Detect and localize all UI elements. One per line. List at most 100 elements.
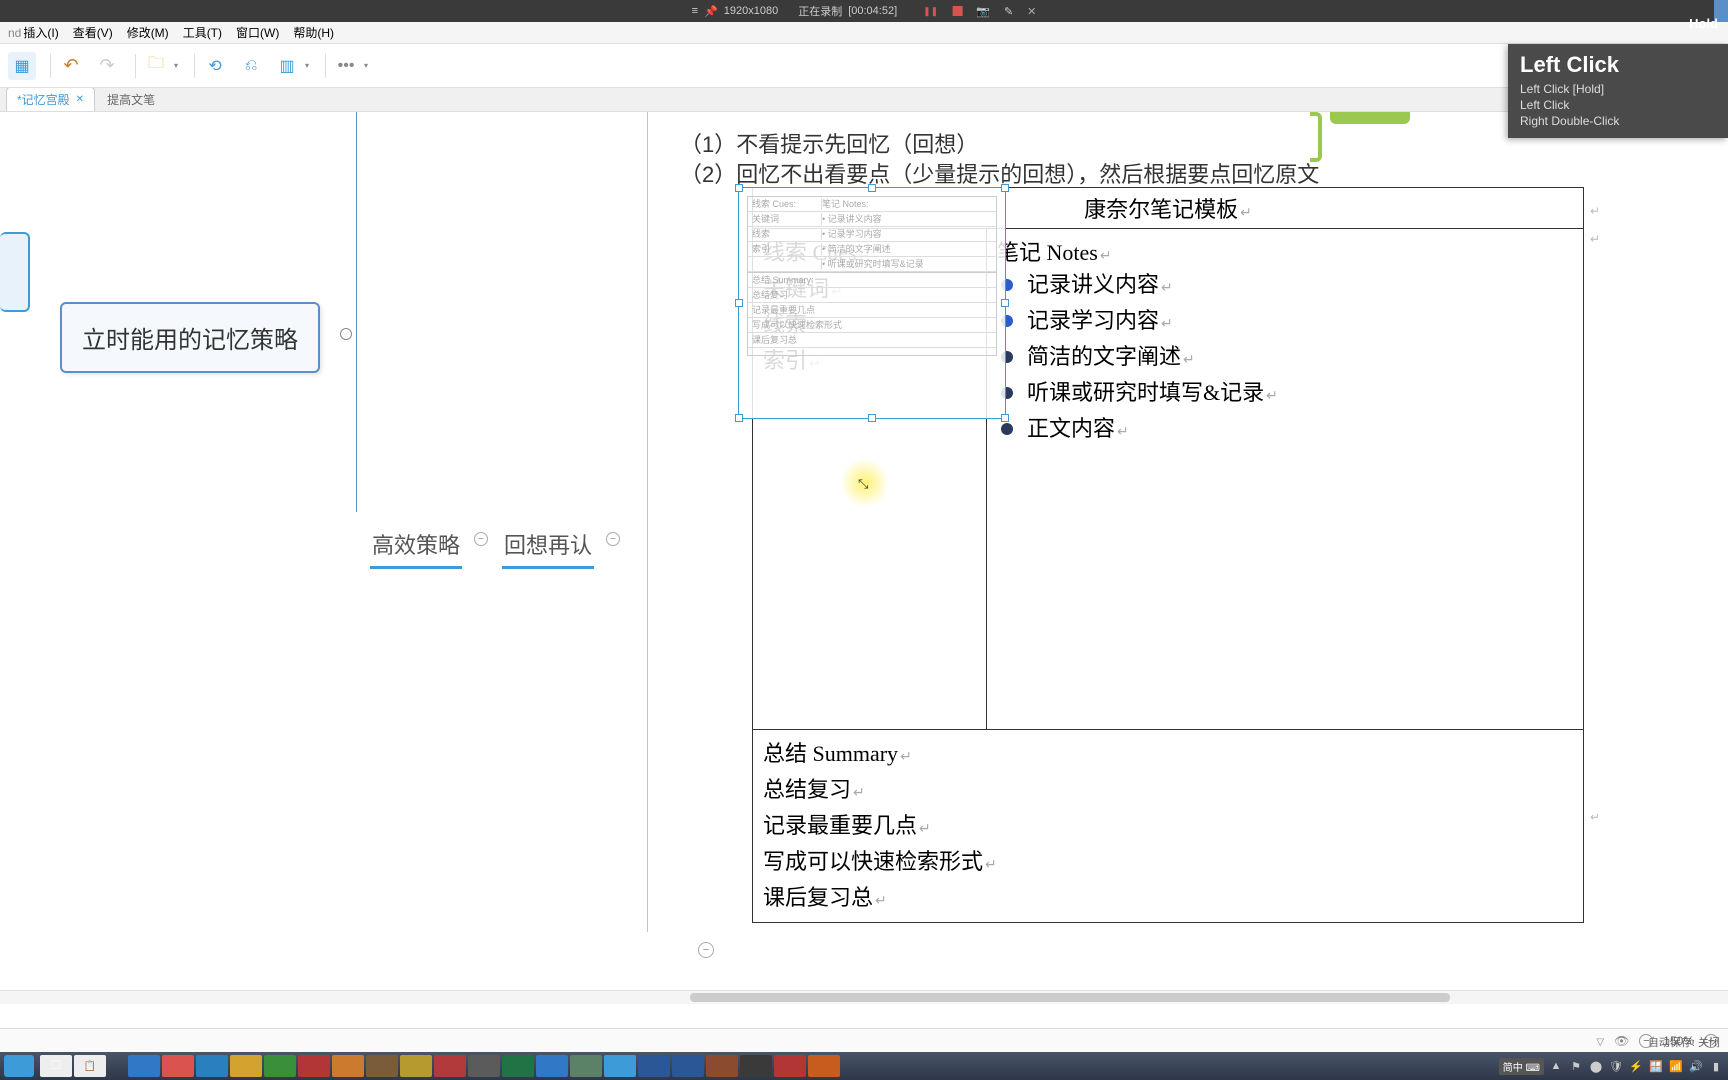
taskbar-app[interactable]: 📋 <box>74 1055 106 1077</box>
volume-icon[interactable]: 🔊 <box>1688 1058 1704 1074</box>
eye-icon[interactable] <box>1614 1034 1629 1048</box>
resize-handle-s[interactable] <box>868 414 876 422</box>
pause-icon[interactable] <box>923 5 938 17</box>
tag-remnant <box>1330 112 1410 124</box>
tab-writing[interactable]: 提高文笔 <box>97 88 165 111</box>
filter-icon[interactable] <box>1596 1034 1604 1048</box>
pin-icon[interactable]: 📌 <box>704 5 718 18</box>
node-partial[interactable] <box>0 232 30 312</box>
selected-image-box[interactable]: 线索 Cues:笔记 Notes: 关键词• 记录讲义内容 线索• 记录学习内容… <box>738 187 1006 419</box>
more-button[interactable]: ••• <box>332 52 360 80</box>
taskbar-app[interactable] <box>672 1055 704 1077</box>
taskbar-app[interactable] <box>536 1055 568 1077</box>
collapse-icon[interactable]: − <box>606 532 620 546</box>
node-memory-strategy[interactable]: 立时能用的记忆策略 <box>60 302 320 373</box>
taskbar-app[interactable] <box>604 1055 636 1077</box>
taskbar-app[interactable] <box>434 1055 466 1077</box>
menu-modify[interactable]: 修改(M) <box>127 24 169 41</box>
undo-button[interactable]: ↶ <box>57 52 85 80</box>
taskbar-app[interactable] <box>502 1055 534 1077</box>
start-button[interactable] <box>4 1055 34 1077</box>
redo-button[interactable]: ↷ <box>93 52 121 80</box>
resize-handle-nw[interactable] <box>735 184 743 192</box>
close-recorder-icon[interactable] <box>1027 5 1036 18</box>
taskbar-app[interactable] <box>332 1055 364 1077</box>
tab-memory-palace[interactable]: *记忆宫殿 ✕ <box>6 87 95 111</box>
tray-icon[interactable]: 📶 <box>1668 1058 1684 1074</box>
file-button[interactable]: ▦ <box>8 52 36 80</box>
instruction-line-2: （2）回忆不出看要点（少量提示的回想），然后根据要点回忆原文 <box>680 160 1319 190</box>
taskbar-app[interactable] <box>400 1055 432 1077</box>
scrollbar-horizontal[interactable] <box>0 990 1728 1004</box>
overlay-row: Right Double-Click <box>1520 114 1716 128</box>
resize-handle-se[interactable] <box>1001 414 1009 422</box>
screenshot-icon[interactable] <box>976 5 990 18</box>
menu-icon[interactable]: ≡ <box>692 5 698 17</box>
autosave-label: 自动保存: 关闭 <box>1648 1034 1720 1050</box>
menu-view[interactable]: 查看(V) <box>73 24 113 41</box>
scrollbar-thumb[interactable] <box>690 993 1450 1002</box>
taskbar-app[interactable] <box>740 1055 772 1077</box>
taskbar-app[interactable] <box>128 1055 160 1077</box>
toolbar: ▦ ↶ ↷ 🗀 ▾ ⟲ ⎌ ▥ ▾ ••• ▾ ▾ 🏅 ▢ 🔍 <box>0 44 1728 88</box>
collapse-icon[interactable]: − <box>474 532 488 546</box>
tab-recall[interactable]: 回想再认 − <box>502 522 594 569</box>
tray-icon[interactable]: 🪟 <box>1648 1058 1664 1074</box>
taskbar-app[interactable] <box>298 1055 330 1077</box>
mid-tabs: 高效策略 − 回想再认 − <box>370 522 594 569</box>
annotate-icon[interactable] <box>1004 5 1013 18</box>
taskbar-app[interactable] <box>808 1055 840 1077</box>
tray-icon[interactable]: 🛡 <box>1608 1058 1624 1074</box>
link-button[interactable]: ⟲ <box>201 52 229 80</box>
dropdown-icon[interactable]: ▾ <box>364 61 368 70</box>
action-overlay: Hold Left Click Left Click [Hold] Left C… <box>1508 44 1728 138</box>
collapse-icon[interactable]: − <box>698 942 714 958</box>
resize-handle-e[interactable] <box>1001 299 1009 307</box>
dropdown-icon[interactable]: ▾ <box>174 61 178 70</box>
tray-icon[interactable]: ⬤ <box>1588 1058 1604 1074</box>
tray-icon[interactable]: ⚑ <box>1568 1058 1584 1074</box>
tray-icon[interactable]: ▮ <box>1708 1058 1724 1074</box>
tray-icon[interactable]: ⚡ <box>1628 1058 1644 1074</box>
recording-status: 正在录制 <box>798 3 842 19</box>
taskbar-app[interactable] <box>230 1055 262 1077</box>
folder-button[interactable]: 🗀 <box>142 52 170 80</box>
menu-insert[interactable]: 插入(I) <box>23 24 58 41</box>
language-indicator[interactable]: 简中 ⌨ <box>1499 1058 1544 1075</box>
overlay-row: Left Click [Hold] <box>1520 82 1716 96</box>
tray-icon[interactable]: ▲ <box>1548 1058 1564 1074</box>
taskbar-app[interactable] <box>706 1055 738 1077</box>
note-item: 简洁的文字阐述 <box>997 343 1573 375</box>
taskbar-app[interactable] <box>468 1055 500 1077</box>
taskbar-app[interactable] <box>774 1055 806 1077</box>
menu-window[interactable]: 窗口(W) <box>236 24 279 41</box>
dropdown-icon[interactable]: ▾ <box>305 61 309 70</box>
menu-help[interactable]: 帮助(H) <box>293 24 334 41</box>
taskbar-app[interactable] <box>570 1055 602 1077</box>
overlay-row: Left Click <box>1520 98 1716 112</box>
canvas[interactable]: 立时能用的记忆策略 高效策略 − 回想再认 − （1）不看提示先回忆（回想） （… <box>0 112 1728 1012</box>
close-tab-icon[interactable]: ✕ <box>76 94 84 105</box>
divider <box>135 54 136 78</box>
taskbar-app[interactable] <box>638 1055 670 1077</box>
taskbar-app[interactable] <box>162 1055 194 1077</box>
taskbar-app[interactable] <box>264 1055 296 1077</box>
notes-header: 笔记 Notes <box>997 235 1573 267</box>
summary-header: 总结 Summary <box>763 736 1573 768</box>
resize-handle-n[interactable] <box>868 184 876 192</box>
wrap-button[interactable]: ⎌ <box>237 52 265 80</box>
taskbar-app[interactable]: 🗔 <box>40 1055 72 1077</box>
connector-line <box>647 112 648 932</box>
bracket-icon <box>1310 112 1322 162</box>
taskbar-app[interactable] <box>196 1055 228 1077</box>
menu-tools[interactable]: 工具(T) <box>183 24 222 41</box>
tab-efficient-strategy[interactable]: 高效策略 − <box>370 522 462 569</box>
resize-handle-ne[interactable] <box>1001 184 1009 192</box>
resize-handle-sw[interactable] <box>735 414 743 422</box>
node-handle[interactable] <box>340 328 352 340</box>
taskbar-app[interactable] <box>366 1055 398 1077</box>
columns-button[interactable]: ▥ <box>273 52 301 80</box>
resize-handle-w[interactable] <box>735 299 743 307</box>
tab-label: 回想再认 <box>504 533 592 558</box>
stop-icon[interactable] <box>952 6 962 16</box>
